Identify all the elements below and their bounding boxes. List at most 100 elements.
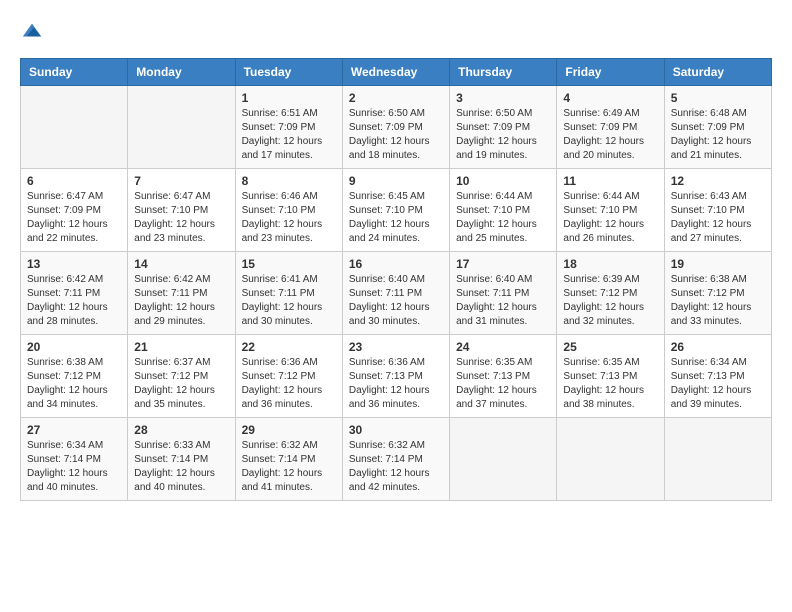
day-number: 20 — [27, 340, 121, 354]
calendar-table: SundayMondayTuesdayWednesdayThursdayFrid… — [20, 58, 772, 501]
day-cell — [128, 86, 235, 169]
day-cell: 1Sunrise: 6:51 AMSunset: 7:09 PMDaylight… — [235, 86, 342, 169]
day-cell: 8 Sunrise: 6:46 AMSunset: 7:10 PMDaylight… — [235, 169, 342, 252]
week-row-3: 13 Sunrise: 6:42 AMSunset: 7:11 PMDayligh… — [21, 252, 772, 335]
day-number: 18 — [563, 257, 657, 271]
day-cell: 7 Sunrise: 6:47 AMSunset: 7:10 PMDaylight… — [128, 169, 235, 252]
day-info: Sunrise: 6:50 AMSunset: 7:09 PMDaylight:… — [349, 107, 443, 163]
day-cell — [664, 418, 771, 501]
day-cell: 3 Sunrise: 6:50 AMSunset: 7:09 PMDaylight… — [450, 86, 557, 169]
day-info: Sunrise: 6:37 AMSunset: 7:12 PMDaylight:… — [134, 356, 228, 412]
day-info: Sunrise: 6:45 AMSunset: 7:10 PMDaylight:… — [349, 190, 443, 246]
day-number: 21 — [134, 340, 228, 354]
day-number: 30 — [349, 423, 443, 437]
day-cell: 14Sunrise: 6:42 AMSunset: 7:11 PMDayligh… — [128, 252, 235, 335]
day-number: 13 — [27, 257, 121, 271]
day-info: Sunrise: 6:34 AMSunset: 7:13 PMDaylight:… — [671, 356, 765, 412]
day-number: 17 — [456, 257, 550, 271]
day-info: Sunrise: 6:38 AMSunset: 7:12 PMDaylight:… — [27, 356, 121, 412]
day-cell: 29 Sunrise: 6:32 AMSunset: 7:14 PMDayligh… — [235, 418, 342, 501]
week-row-4: 20 Sunrise: 6:38 AMSunset: 7:12 PMDayligh… — [21, 335, 772, 418]
day-number: 6 — [27, 174, 121, 188]
day-cell: 13 Sunrise: 6:42 AMSunset: 7:11 PMDayligh… — [21, 252, 128, 335]
day-info: Sunrise: 6:44 AMSunset: 7:10 PMDaylight:… — [563, 190, 657, 246]
weekday-header-row: SundayMondayTuesdayWednesdayThursdayFrid… — [21, 59, 772, 86]
day-info: Sunrise: 6:50 AMSunset: 7:09 PMDaylight:… — [456, 107, 550, 163]
day-number: 3 — [456, 91, 550, 105]
day-cell — [450, 418, 557, 501]
day-number: 1 — [242, 91, 336, 105]
day-info: Sunrise: 6:34 AMSunset: 7:14 PMDaylight:… — [27, 439, 121, 495]
day-cell: 19 Sunrise: 6:38 AMSunset: 7:12 PMDayligh… — [664, 252, 771, 335]
day-cell: 11Sunrise: 6:44 AMSunset: 7:10 PMDayligh… — [557, 169, 664, 252]
day-info: Sunrise: 6:35 AMSunset: 7:13 PMDaylight:… — [563, 356, 657, 412]
day-cell: 6Sunrise: 6:47 AMSunset: 7:09 PMDaylight… — [21, 169, 128, 252]
day-info: Sunrise: 6:32 AMSunset: 7:14 PMDaylight:… — [349, 439, 443, 495]
header — [20, 20, 772, 42]
day-info: Sunrise: 6:42 AMSunset: 7:11 PMDaylight:… — [27, 273, 121, 329]
day-cell: 4 Sunrise: 6:49 AMSunset: 7:09 PMDaylight… — [557, 86, 664, 169]
day-number: 16 — [349, 257, 443, 271]
day-cell: 28 Sunrise: 6:33 AMSunset: 7:14 PMDayligh… — [128, 418, 235, 501]
day-cell: 17Sunrise: 6:40 AMSunset: 7:11 PMDayligh… — [450, 252, 557, 335]
day-info: Sunrise: 6:38 AMSunset: 7:12 PMDaylight:… — [671, 273, 765, 329]
weekday-header-sunday: Sunday — [21, 59, 128, 86]
week-row-2: 6Sunrise: 6:47 AMSunset: 7:09 PMDaylight… — [21, 169, 772, 252]
day-cell: 16 Sunrise: 6:40 AMSunset: 7:11 PMDayligh… — [342, 252, 449, 335]
weekday-header-saturday: Saturday — [664, 59, 771, 86]
day-number: 26 — [671, 340, 765, 354]
day-number: 4 — [563, 91, 657, 105]
week-row-5: 27 Sunrise: 6:34 AMSunset: 7:14 PMDayligh… — [21, 418, 772, 501]
weekday-header-monday: Monday — [128, 59, 235, 86]
day-number: 29 — [242, 423, 336, 437]
day-number: 14 — [134, 257, 228, 271]
day-info: Sunrise: 6:48 AMSunset: 7:09 PMDaylight:… — [671, 107, 765, 163]
day-cell: 15 Sunrise: 6:41 AMSunset: 7:11 PMDayligh… — [235, 252, 342, 335]
day-cell: 20 Sunrise: 6:38 AMSunset: 7:12 PMDayligh… — [21, 335, 128, 418]
day-number: 7 — [134, 174, 228, 188]
day-info: Sunrise: 6:33 AMSunset: 7:14 PMDaylight:… — [134, 439, 228, 495]
day-number: 27 — [27, 423, 121, 437]
day-info: Sunrise: 6:32 AMSunset: 7:14 PMDaylight:… — [242, 439, 336, 495]
day-info: Sunrise: 6:44 AMSunset: 7:10 PMDaylight:… — [456, 190, 550, 246]
day-cell: 30 Sunrise: 6:32 AMSunset: 7:14 PMDayligh… — [342, 418, 449, 501]
week-row-1: 1Sunrise: 6:51 AMSunset: 7:09 PMDaylight… — [21, 86, 772, 169]
day-info: Sunrise: 6:49 AMSunset: 7:09 PMDaylight:… — [563, 107, 657, 163]
day-number: 5 — [671, 91, 765, 105]
day-cell — [557, 418, 664, 501]
day-cell: 27 Sunrise: 6:34 AMSunset: 7:14 PMDayligh… — [21, 418, 128, 501]
day-number: 24 — [456, 340, 550, 354]
day-number: 25 — [563, 340, 657, 354]
day-info: Sunrise: 6:36 AMSunset: 7:13 PMDaylight:… — [349, 356, 443, 412]
weekday-header-tuesday: Tuesday — [235, 59, 342, 86]
day-number: 2 — [349, 91, 443, 105]
day-number: 22 — [242, 340, 336, 354]
day-cell: 25 Sunrise: 6:35 AMSunset: 7:13 PMDayligh… — [557, 335, 664, 418]
day-info: Sunrise: 6:35 AMSunset: 7:13 PMDaylight:… — [456, 356, 550, 412]
weekday-header-thursday: Thursday — [450, 59, 557, 86]
day-cell: 9 Sunrise: 6:45 AMSunset: 7:10 PMDaylight… — [342, 169, 449, 252]
day-number: 15 — [242, 257, 336, 271]
day-cell: 23 Sunrise: 6:36 AMSunset: 7:13 PMDayligh… — [342, 335, 449, 418]
day-info: Sunrise: 6:46 AMSunset: 7:10 PMDaylight:… — [242, 190, 336, 246]
day-number: 8 — [242, 174, 336, 188]
day-cell: 18 Sunrise: 6:39 AMSunset: 7:12 PMDayligh… — [557, 252, 664, 335]
day-number: 12 — [671, 174, 765, 188]
day-cell: 5 Sunrise: 6:48 AMSunset: 7:09 PMDaylight… — [664, 86, 771, 169]
day-number: 10 — [456, 174, 550, 188]
day-cell: 22Sunrise: 6:36 AMSunset: 7:12 PMDayligh… — [235, 335, 342, 418]
logo-icon — [21, 20, 43, 42]
weekday-header-wednesday: Wednesday — [342, 59, 449, 86]
day-cell: 21 Sunrise: 6:37 AMSunset: 7:12 PMDayligh… — [128, 335, 235, 418]
day-info: Sunrise: 6:40 AMSunset: 7:11 PMDaylight:… — [349, 273, 443, 329]
logo — [20, 20, 43, 42]
day-number: 9 — [349, 174, 443, 188]
day-number: 23 — [349, 340, 443, 354]
day-info: Sunrise: 6:47 AMSunset: 7:10 PMDaylight:… — [134, 190, 228, 246]
day-number: 28 — [134, 423, 228, 437]
day-info: Sunrise: 6:41 AMSunset: 7:11 PMDaylight:… — [242, 273, 336, 329]
day-info: Sunrise: 6:39 AMSunset: 7:12 PMDaylight:… — [563, 273, 657, 329]
day-cell: 2 Sunrise: 6:50 AMSunset: 7:09 PMDaylight… — [342, 86, 449, 169]
day-number: 19 — [671, 257, 765, 271]
weekday-header-friday: Friday — [557, 59, 664, 86]
